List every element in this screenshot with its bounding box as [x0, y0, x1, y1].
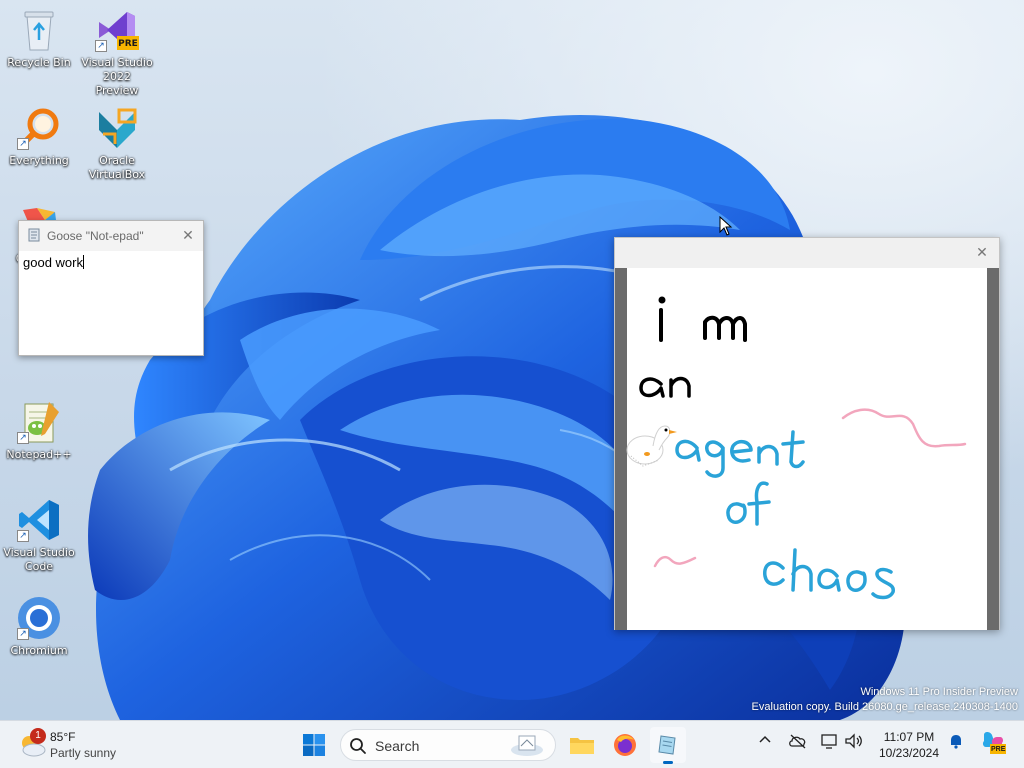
desktop-icon-label: Visual Studio — [81, 56, 153, 69]
network-icon[interactable] — [820, 733, 840, 754]
goose-notepad-window[interactable]: Goose "Not-epad" ✕ good work — [18, 220, 204, 356]
taskbar-search-box[interactable]: Search — [340, 729, 556, 761]
pink-squiggle-top — [841, 408, 967, 448]
recycle-bin-icon — [15, 6, 63, 54]
desktop: Recycle Bin PRE ↗ Visual Studio 2022 Pre… — [0, 0, 1024, 720]
desktop-icon-everything[interactable]: ↗ Everything — [2, 104, 76, 168]
windows-watermark-line2: Evaluation copy. Build 26080.ge_release.… — [751, 701, 1018, 713]
goose-notepad-content: good work — [23, 255, 83, 270]
desktop-icon-visual-studio-2022-preview[interactable]: PRE ↗ Visual Studio 2022 Preview — [80, 6, 154, 98]
desktop-icon-recycle-bin[interactable]: Recycle Bin — [2, 6, 76, 70]
close-icon[interactable]: ✕ — [173, 221, 203, 251]
taskbar-file-explorer[interactable] — [564, 727, 600, 763]
taskbar-clock[interactable]: 11:07 PM 10/23/2024 — [872, 729, 946, 761]
weather-notification-badge: 1 — [30, 728, 46, 744]
taskbar-notepad-app[interactable] — [650, 727, 686, 764]
weather-temperature: 85°F — [50, 730, 76, 744]
shortcut-arrow-icon: ↗ — [17, 530, 29, 542]
drawn-text-agent-of-chaos — [675, 430, 895, 600]
handwritten-drawing: i m an — [639, 296, 967, 600]
notepad-plus-plus-icon: ↗ — [15, 398, 63, 446]
goose-icon — [626, 425, 677, 467]
vscode-icon: ↗ — [15, 496, 63, 544]
weather-condition: Partly sunny — [50, 746, 117, 760]
shortcut-arrow-icon: ↗ — [17, 628, 29, 640]
preview-badge: PRE — [118, 39, 138, 49]
copilot-pre-badge: PRE — [991, 746, 1006, 753]
everything-search-icon: ↗ — [15, 104, 63, 152]
notepad-app-taskbar-icon — [658, 735, 676, 755]
shortcut-arrow-icon: ↗ — [95, 40, 107, 52]
notepad-app-icon — [27, 227, 41, 246]
desktop-icon-oracle-virtualbox[interactable]: Oracle VirtualBox — [80, 104, 154, 182]
windows-logo-icon — [303, 734, 325, 756]
volume-icon[interactable] — [844, 733, 864, 754]
onedrive-offline-icon[interactable] — [788, 733, 808, 754]
desktop-icon-label-line2: Code — [24, 560, 54, 573]
desktop-icon-visual-studio-code[interactable]: ↗ Visual Studio Code — [2, 496, 76, 574]
search-icon — [350, 738, 366, 754]
goose-notepad-title: Goose "Not-epad" — [47, 229, 144, 243]
text-caret — [82, 255, 84, 269]
drawing-window-titlebar[interactable]: ✕ — [615, 238, 999, 268]
visual-studio-preview-icon: PRE ↗ — [93, 6, 141, 54]
search-highlight-art-icon — [511, 735, 543, 756]
desktop-icon-label-line2: 2022 Preview — [95, 70, 139, 97]
shortcut-arrow-icon: ↗ — [17, 432, 29, 444]
shortcut-arrow-icon: ↗ — [17, 138, 29, 150]
desktop-icon-chromium[interactable]: ↗ Chromium — [2, 594, 76, 658]
desktop-icon-notepad-plus-plus[interactable]: ↗ Notepad++ — [2, 398, 76, 462]
firefox-icon — [614, 734, 636, 756]
desktop-icon-label: Oracle — [99, 154, 135, 167]
copilot-preview-icon[interactable]: PRE — [980, 729, 1006, 760]
start-button[interactable] — [296, 727, 332, 763]
drawn-text-an — [639, 376, 691, 398]
taskbar: 1 85°F Partly sunny Search 11:07 PM 10/2… — [0, 720, 1024, 768]
taskbar-firefox[interactable] — [607, 727, 643, 763]
desktop-icon-label: Everything — [9, 154, 69, 167]
windows-watermark-line1: Windows 11 Pro Insider Preview — [860, 686, 1018, 698]
search-placeholder: Search — [375, 738, 420, 754]
show-hidden-icons-chevron-up-icon[interactable] — [758, 733, 772, 752]
chromium-icon: ↗ — [15, 594, 63, 642]
drawn-text-i-m — [658, 296, 747, 342]
clock-time: 11:07 PM — [883, 730, 935, 744]
weather-widget[interactable]: 1 85°F Partly sunny — [14, 728, 134, 762]
desktop-icon-label: Recycle Bin — [7, 56, 71, 69]
goose-notepad-text-area[interactable]: good work — [19, 251, 203, 274]
desktop-icon-label: Notepad++ — [6, 448, 72, 461]
active-app-indicator — [663, 761, 673, 764]
desktop-icon-label: Visual Studio — [3, 546, 75, 559]
pink-squiggle-left — [653, 555, 697, 568]
close-icon[interactable]: ✕ — [967, 238, 997, 268]
drawing-window[interactable]: ✕ i m an — [614, 237, 1000, 630]
notification-bell-icon[interactable] — [948, 733, 964, 754]
goose-notepad-titlebar[interactable]: Goose "Not-epad" ✕ — [19, 221, 203, 251]
mouse-cursor-icon — [719, 216, 733, 236]
virtualbox-icon — [93, 104, 141, 152]
desktop-icon-label-line2: VirtualBox — [88, 168, 146, 181]
desktop-icon-label: Chromium — [10, 644, 68, 657]
drawing-canvas[interactable]: i m an — [627, 268, 987, 630]
file-explorer-icon — [570, 738, 594, 754]
clock-date: 10/23/2024 — [878, 746, 940, 760]
